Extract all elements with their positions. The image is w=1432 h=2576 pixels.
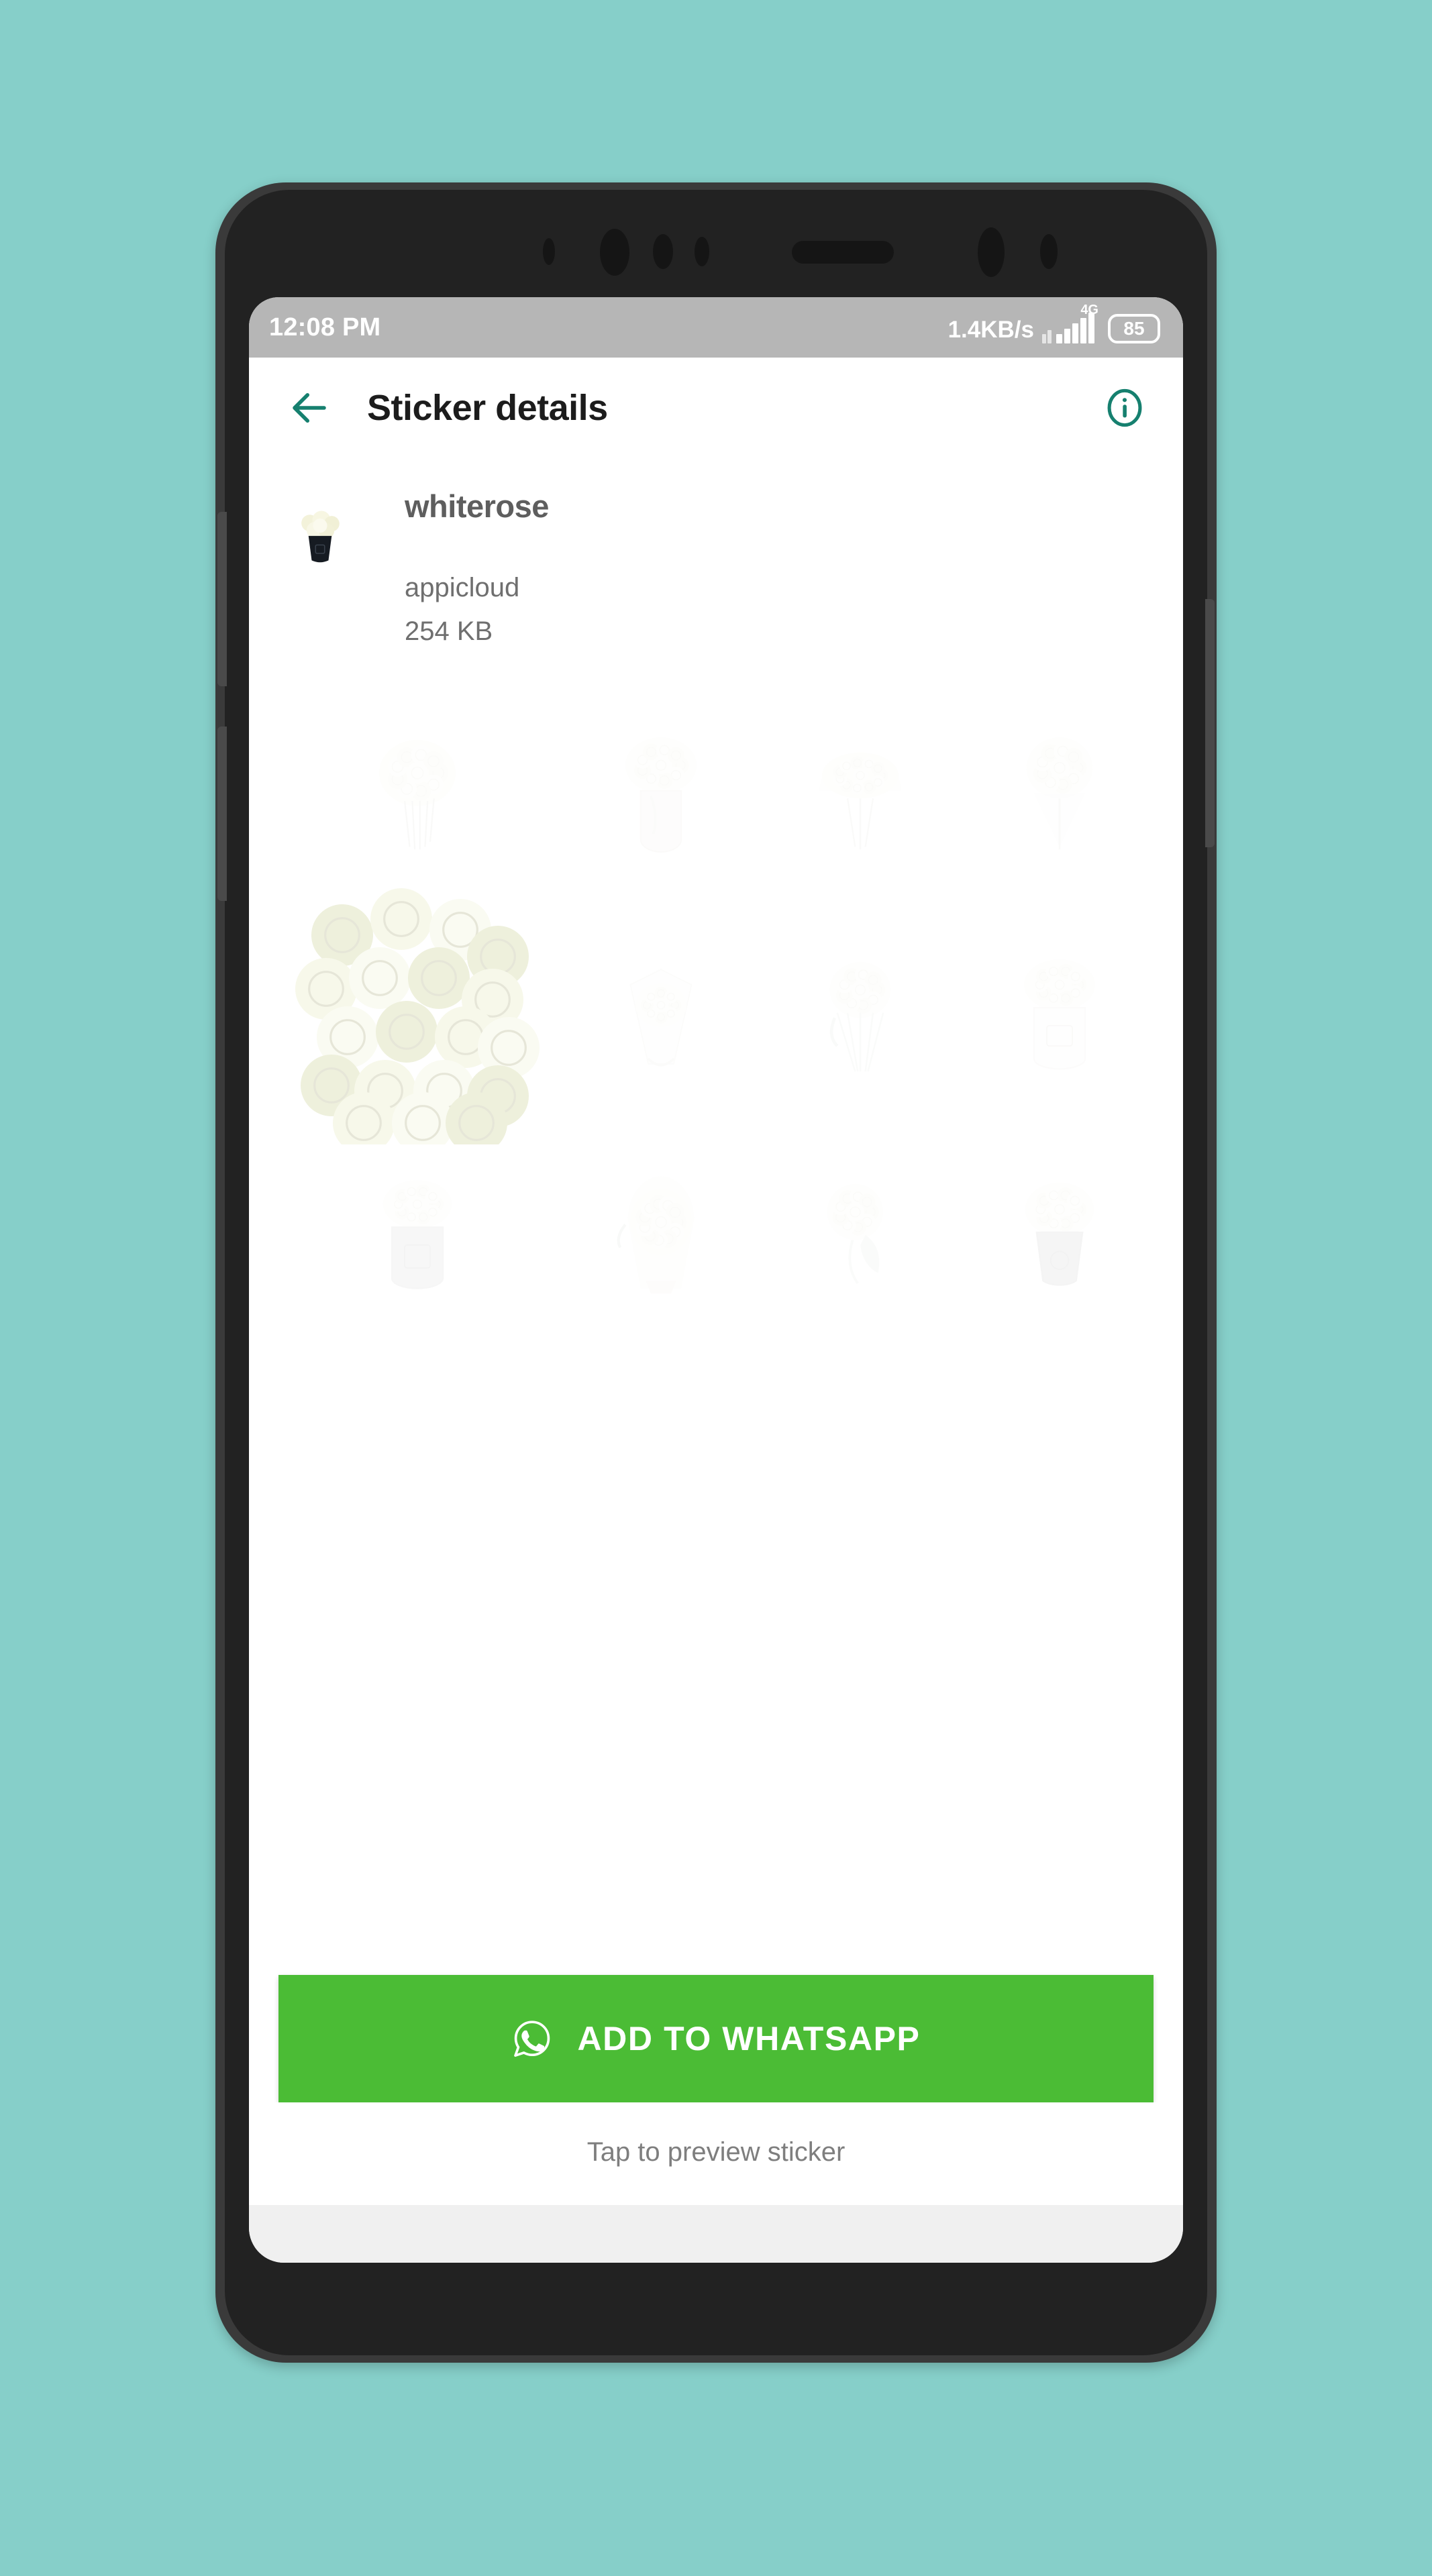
white-roses-in-round-hatbox-icon	[996, 926, 1123, 1094]
back-button[interactable]	[284, 382, 335, 433]
status-bar-time: 12:08 PM	[269, 313, 381, 341]
back-arrow-icon	[293, 393, 326, 423]
pack-name: whiterose	[405, 488, 549, 524]
phone-screen: 12:08 PM 1.4KB/s 4G 85 Sticker details w…	[249, 297, 1183, 2263]
light-sensor-icon	[695, 237, 709, 266]
info-circle-icon	[1107, 388, 1142, 427]
power-button[interactable]	[1205, 599, 1215, 847]
data-transfer-icon	[1042, 330, 1052, 343]
sticker-item[interactable]	[562, 692, 761, 883]
white-roses-with-greenery-icon	[797, 1148, 924, 1316]
pack-metadata: whiterose appicloud 254 KB	[405, 485, 549, 647]
network-speed-label: 1.4KB/s	[948, 317, 1034, 343]
info-button[interactable]	[1101, 384, 1148, 431]
selfie-camera-icon	[978, 227, 1005, 277]
white-tulip-rose-bundle-icon	[996, 704, 1123, 872]
wrapped-white-rose-bouquet-icon	[597, 926, 725, 1094]
sticker-item[interactable]	[960, 692, 1159, 883]
preview-hint-text: Tap to preview sticker	[249, 2102, 1183, 2205]
sticker-item[interactable]	[273, 888, 562, 1144]
sticker-item[interactable]	[273, 1136, 562, 1328]
white-roses-in-dark-pot-icon	[996, 1148, 1123, 1316]
white-rose-bouquet-wrapped-icon	[354, 704, 481, 872]
sticker-pack-header: whiterose appicloud 254 KB	[249, 458, 1183, 647]
front-camera-icon	[600, 229, 629, 276]
pack-publisher: appicloud	[405, 573, 520, 602]
status-bar: 12:08 PM 1.4KB/s 4G 85	[249, 297, 1183, 358]
sticker-grid	[249, 692, 1183, 1328]
add-to-whatsapp-button[interactable]: ADD TO WHATSAPP	[278, 1975, 1154, 2102]
whatsapp-icon	[514, 2021, 550, 2057]
sticker-item[interactable]	[273, 692, 562, 883]
white-rose-bouquet-thumbnail-icon	[301, 511, 340, 563]
white-roses-in-vase-icon	[597, 704, 725, 872]
dense-white-roses-cluster-icon	[273, 876, 562, 1144]
pack-thumbnail	[288, 502, 352, 567]
volume-down-button[interactable]	[217, 727, 227, 901]
status-bar-indicators: 1.4KB/s 4G 85	[948, 303, 1160, 343]
sticker-item[interactable]	[761, 914, 960, 1106]
white-roses-with-long-stems-icon	[797, 926, 924, 1094]
phone-frame: 12:08 PM 1.4KB/s 4G 85 Sticker details w…	[215, 182, 1217, 2363]
sticker-item[interactable]	[761, 692, 960, 883]
tall-white-rose-arrangement-icon	[597, 1148, 725, 1316]
add-to-whatsapp-label: ADD TO WHATSAPP	[577, 2020, 921, 2057]
earpiece-speaker-icon	[792, 241, 894, 264]
page-title: Sticker details	[367, 388, 608, 428]
sticker-item[interactable]	[960, 1136, 1159, 1328]
navigation-bar-strip	[249, 2205, 1183, 2263]
sticker-item[interactable]	[761, 1136, 960, 1328]
battery-icon: 85	[1108, 314, 1160, 343]
large-white-rose-dome-bouquet-icon	[797, 704, 924, 872]
sticker-item[interactable]	[960, 914, 1159, 1106]
bottom-action-area: ADD TO WHATSAPP Tap to preview sticker	[249, 1975, 1183, 2263]
pack-size: 254 KB	[405, 616, 493, 646]
dot-sensor-icon	[543, 238, 555, 265]
battery-level-label: 85	[1123, 318, 1145, 339]
phone-body: 12:08 PM 1.4KB/s 4G 85 Sticker details w…	[217, 190, 1215, 2355]
white-roses-in-gray-hatbox-icon	[354, 1148, 481, 1316]
sticker-item[interactable]	[562, 1136, 761, 1328]
signal-bars-icon: 4G	[1042, 303, 1100, 343]
volume-up-button[interactable]	[217, 512, 227, 686]
app-bar: Sticker details	[249, 358, 1183, 458]
iris-sensor-icon	[1040, 234, 1058, 269]
proximity-sensor-icon	[653, 234, 673, 269]
sticker-item[interactable]	[562, 914, 761, 1106]
